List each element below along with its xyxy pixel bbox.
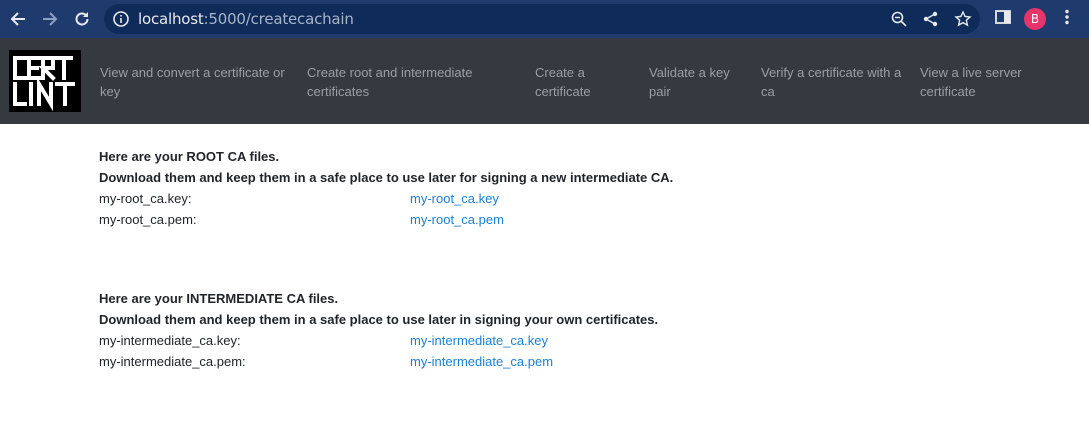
download-link[interactable]: my-intermediate_ca.pem bbox=[410, 351, 553, 372]
file-row: my-intermediate_ca.pem: my-intermediate_… bbox=[99, 351, 999, 372]
intermediate-ca-instructions: Download them and keep them in a safe pl… bbox=[99, 312, 659, 327]
profile-avatar[interactable]: B bbox=[1024, 8, 1046, 30]
share-icon[interactable] bbox=[922, 10, 940, 28]
file-label: my-intermediate_ca.pem: bbox=[99, 354, 246, 369]
nav-create-root-intermediate[interactable]: Create root and intermediate certificate… bbox=[307, 63, 507, 101]
nav-create-certificate[interactable]: Create a certificate bbox=[535, 63, 625, 101]
download-link[interactable]: my-root_ca.key bbox=[410, 188, 499, 209]
file-label: my-root_ca.key: bbox=[99, 191, 192, 206]
bookmark-star-icon[interactable] bbox=[954, 10, 972, 28]
file-label: my-intermediate_ca.key: bbox=[99, 333, 241, 348]
back-arrow-icon[interactable] bbox=[6, 7, 30, 31]
root-ca-title: Here are your ROOT CA files. bbox=[99, 149, 280, 164]
file-row: my-root_ca.pem: my-root_ca.pem bbox=[99, 209, 999, 230]
download-link[interactable]: my-intermediate_ca.key bbox=[410, 330, 548, 351]
file-row: my-intermediate_ca.key: my-intermediate_… bbox=[99, 330, 999, 351]
nav-verify-certificate[interactable]: Verify a certificate with a ca bbox=[761, 63, 911, 101]
download-link[interactable]: my-root_ca.pem bbox=[410, 209, 504, 230]
url-text: localhost:5000/createcachain bbox=[138, 10, 354, 28]
reload-icon[interactable] bbox=[70, 7, 94, 31]
file-label: my-root_ca.pem: bbox=[99, 212, 197, 227]
main-content: Here are your ROOT CA files. Download th… bbox=[99, 146, 999, 372]
url-path: :5000/createcachain bbox=[203, 10, 354, 28]
address-bar[interactable]: localhost:5000/createcachain bbox=[104, 4, 980, 34]
nav-view-convert[interactable]: View and convert a certificate or key bbox=[100, 63, 295, 101]
nav-view-live-server[interactable]: View a live server certificate bbox=[920, 63, 1060, 101]
info-icon[interactable] bbox=[112, 10, 130, 33]
browser-toolbar: localhost:5000/createcachain B bbox=[0, 0, 1089, 38]
site-navbar: View and convert a certificate or key Cr… bbox=[0, 38, 1089, 124]
url-host: localhost bbox=[138, 10, 204, 28]
root-ca-instructions: Download them and keep them in a safe pl… bbox=[99, 170, 674, 185]
intermediate-ca-title: Here are your INTERMEDIATE CA files. bbox=[99, 291, 339, 306]
zoom-icon[interactable] bbox=[890, 10, 908, 28]
side-panel-icon[interactable] bbox=[994, 8, 1012, 31]
kebab-menu-icon[interactable] bbox=[1060, 8, 1074, 31]
certlint-logo[interactable] bbox=[9, 50, 81, 112]
nav-validate-key-pair[interactable]: Validate a key pair bbox=[649, 63, 744, 101]
file-row: my-root_ca.key: my-root_ca.key bbox=[99, 188, 999, 209]
forward-arrow-icon[interactable] bbox=[38, 7, 62, 31]
